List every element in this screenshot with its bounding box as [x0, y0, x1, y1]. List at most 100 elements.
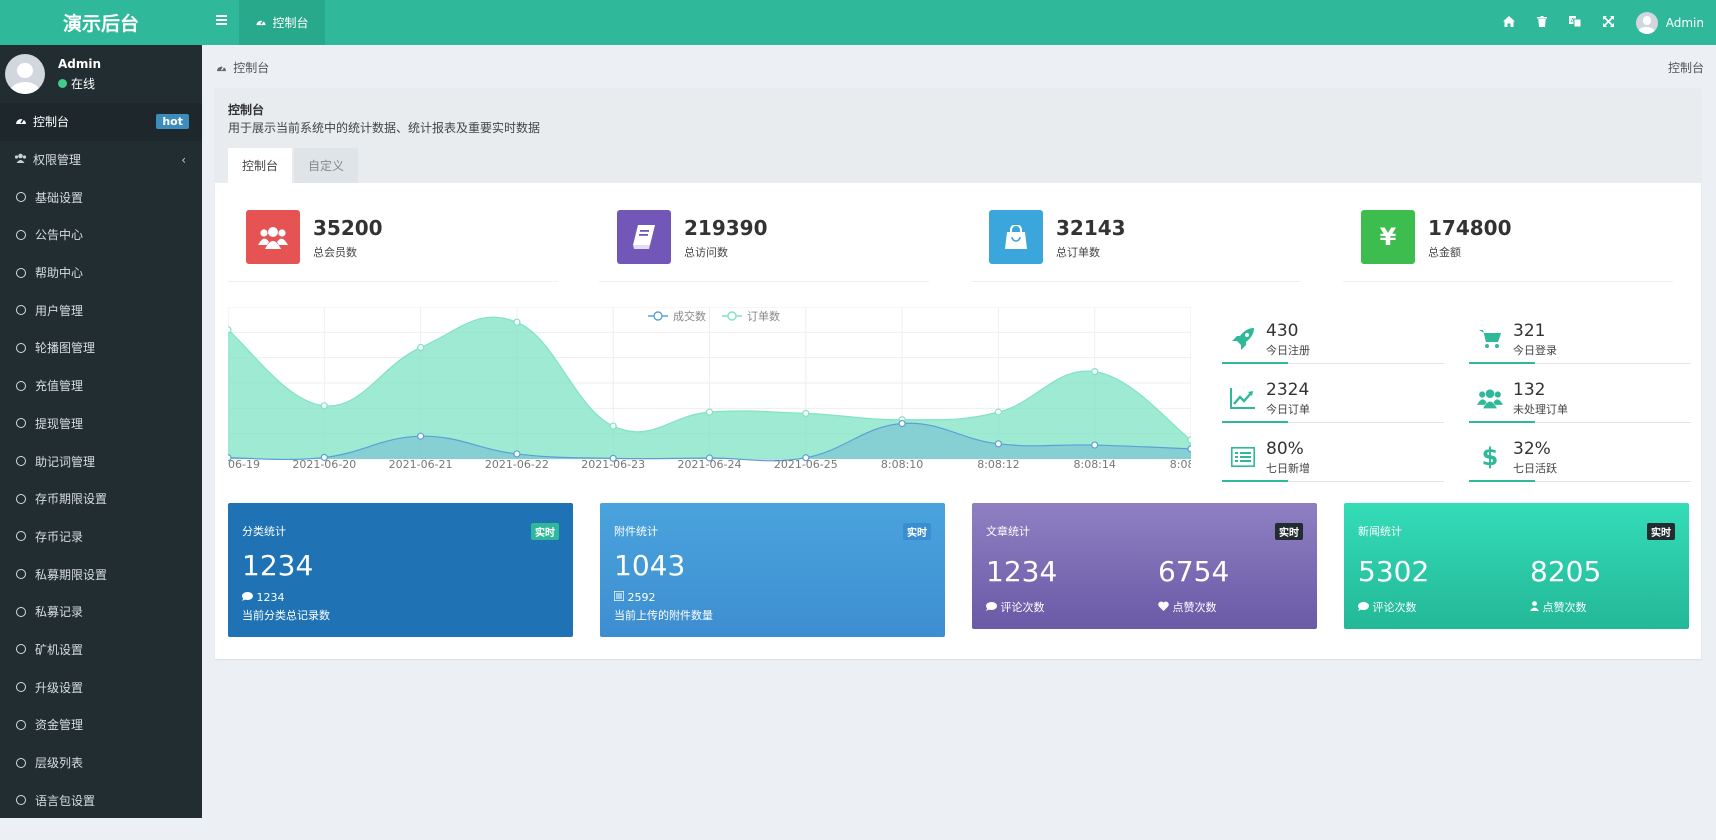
card-value-likes: 6754 [1158, 555, 1230, 588]
card-sub-value-row: 2592 [613, 590, 656, 604]
content-area: 控制台 控制台 控制台 用于展示当前系统中的统计数据、统计报表及重要实时数据 控… [202, 45, 1716, 818]
sidebar-item[interactable]: 升级设置 [0, 668, 202, 706]
menu-toggle-icon[interactable] [216, 13, 227, 29]
circle-icon [16, 682, 26, 693]
sidebar-item-label: 帮助中心 [35, 266, 84, 281]
chevron-left-icon: ‹ [181, 152, 186, 167]
top-avatar[interactable] [1635, 11, 1658, 34]
breadcrumb-right: 控制台 [1667, 61, 1704, 75]
language-icon[interactable]: A [1568, 15, 1582, 30]
sidebar-item-label: 私募记录 [35, 605, 84, 620]
x-tick-label: 2021-06-23 [581, 458, 645, 469]
circle-icon [16, 719, 26, 730]
circle-icon [16, 229, 26, 240]
circle-icon [16, 342, 26, 353]
panel-description: 用于展示当前系统中的统计数据、统计报表及重要实时数据 [228, 121, 541, 135]
sidebar-item-permissions[interactable]: 权限管理 ‹ [0, 141, 202, 179]
panel-title: 控制台 [228, 103, 265, 117]
circle-icon [16, 456, 26, 467]
sidebar-item[interactable]: 用户管理 [0, 291, 202, 329]
sidebar-item[interactable]: 公告中心 [0, 216, 202, 254]
sidebar-item[interactable]: 资金管理 [0, 706, 202, 744]
sidebar-item-label: 升级设置 [35, 680, 84, 695]
data-point [513, 318, 521, 326]
data-point [1091, 441, 1099, 449]
stat-label: 总访问数 [684, 246, 728, 259]
sidebar-item[interactable]: 私募期限设置 [0, 555, 202, 593]
sidebar-item-label: 存币期限设置 [35, 492, 108, 507]
heart-icon [1158, 601, 1173, 614]
card-title: 新闻统计 [1358, 525, 1402, 538]
mini-stat-seven-day-active: $ 32% 七日活跃 [1469, 434, 1691, 482]
mini-stat-logins: 321 今日登录 [1469, 316, 1691, 364]
card-sub-label: 评论次数 [1000, 601, 1045, 614]
circle-icon [16, 795, 26, 806]
legend-label: 订单数 [747, 310, 780, 323]
card-value-comments: 5302 [1358, 555, 1430, 588]
x-tick-label: 8:08:12 [977, 458, 1019, 469]
card-sub-comments: 评论次数 [1358, 599, 1417, 615]
rocket-icon [1230, 326, 1256, 352]
mini-stat-value: 80% [1266, 439, 1304, 459]
tab-dashboard[interactable]: 控制台 [228, 148, 293, 183]
data-point [802, 409, 810, 418]
sidebar-item[interactable]: 提现管理 [0, 405, 202, 443]
mini-stat-label: 未处理订单 [1513, 403, 1568, 416]
topbar: 控制台 A Admin [202, 0, 1716, 45]
sidebar-item[interactable]: 轮播图管理 [0, 329, 202, 367]
card-title: 分类统计 [242, 525, 286, 538]
panel-header: 控制台 用于展示当前系统中的统计数据、统计报表及重要实时数据 控制台 自定义 [215, 88, 1701, 183]
fullscreen-icon[interactable] [1602, 15, 1614, 30]
card-title: 文章统计 [986, 525, 1030, 538]
x-tick-label: 8:08:14 [1073, 458, 1115, 469]
sidebar-item[interactable]: 存币记录 [0, 518, 202, 556]
sidebar-item-dashboard[interactable]: 控制台 hot [0, 103, 202, 141]
sidebar-item[interactable]: 助记词管理 [0, 442, 202, 480]
card-value: 1043 [614, 549, 686, 582]
data-point [417, 343, 425, 352]
stat-visits: 219390 总访问数 [599, 203, 929, 282]
card-value-comments: 1234 [986, 555, 1058, 588]
sidebar-item[interactable]: 充值管理 [0, 367, 202, 405]
users-icon [14, 153, 27, 166]
mini-stat-registrations: 430 今日注册 [1222, 316, 1444, 364]
data-point [994, 440, 1003, 448]
sidebar-item[interactable]: 语言包设置 [0, 781, 202, 819]
file-icon [613, 590, 628, 604]
sidebar-item[interactable]: 基础设置 [0, 178, 202, 216]
mini-stat-bar [1469, 480, 1535, 482]
breadcrumb-label[interactable]: 控制台 [233, 61, 269, 75]
sidebar-item[interactable]: 层级列表 [0, 744, 202, 782]
dollar-icon: $ [1481, 443, 1499, 471]
card-category-stats: 分类统计 实时 1234 1234 当前分类总记录数 [228, 503, 573, 637]
tab-label: 控制台 [272, 16, 309, 30]
stat-orders: 32143 总订单数 [971, 203, 1301, 282]
sidebar-item[interactable]: 私募记录 [0, 593, 202, 631]
tab-dashboard[interactable]: 控制台 [239, 0, 325, 45]
card-title: 附件统计 [614, 525, 658, 538]
mini-stat-label: 今日订单 [1266, 403, 1310, 416]
stat-label: 总金额 [1428, 246, 1461, 259]
sidebar-item[interactable]: 帮助中心 [0, 254, 202, 292]
stat-value: 219390 [684, 216, 768, 240]
top-user-name[interactable]: Admin [1666, 16, 1704, 30]
card-sub-label: 当前上传的附件数量 [614, 609, 713, 622]
user-status: 在线 [58, 75, 101, 92]
home-icon[interactable] [1502, 15, 1515, 30]
x-tick-label: 8:08:10 [881, 458, 923, 469]
sidebar-item[interactable]: 存币期限设置 [0, 480, 202, 518]
user-icon [1530, 601, 1543, 614]
sidebar-item[interactable]: 矿机设置 [0, 631, 202, 669]
sidebar-item-label: 轮播图管理 [35, 341, 96, 356]
sidebar-item-label: 充值管理 [35, 379, 84, 394]
line-chart-icon [1230, 385, 1256, 411]
app-logo[interactable]: 演示后台 [0, 0, 202, 45]
data-point [417, 432, 425, 440]
mini-stat-orders: 2324 今日订单 [1222, 375, 1444, 423]
tab-custom[interactable]: 自定义 [294, 148, 359, 183]
card-sub-likes: 点赞次数 [1530, 599, 1587, 615]
card-sub-label: 点赞次数 [1542, 601, 1587, 614]
circle-icon [16, 531, 26, 542]
trash-icon[interactable] [1536, 15, 1547, 30]
card-badge: 实时 [903, 523, 931, 540]
